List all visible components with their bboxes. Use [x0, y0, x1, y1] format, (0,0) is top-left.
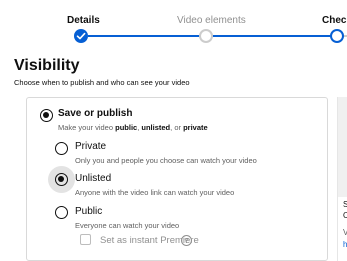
public-description: Everyone can watch your video — [75, 221, 180, 230]
step-dot-video-elements[interactable] — [199, 29, 213, 43]
unlisted-description: Anyone with the video link can watch you… — [75, 188, 235, 197]
checkmark-icon — [76, 32, 86, 40]
side-panel-link-fragment[interactable]: h — [343, 240, 347, 249]
save-or-publish-title: Save or publish — [58, 108, 133, 119]
public-radio[interactable] — [55, 206, 68, 219]
help-icon[interactable]: ? — [181, 235, 192, 246]
step-connector-2 — [211, 35, 333, 37]
instant-premiere-checkbox[interactable] — [80, 234, 91, 245]
side-panel-fragment: S — [343, 200, 347, 209]
step-label-checks[interactable]: Checks — [322, 15, 347, 26]
unlisted-radio[interactable] — [55, 173, 68, 186]
public-title: Public — [75, 206, 103, 217]
desc-prefix: Make your video — [58, 123, 116, 132]
desc-private: private — [183, 123, 208, 132]
step-connector-1 — [88, 35, 200, 37]
step-label-details[interactable]: Details — [67, 15, 100, 26]
step-label-video-elements[interactable]: Video elements — [177, 15, 246, 26]
step-dot-checks[interactable] — [330, 29, 344, 43]
desc-unlisted: unlisted — [141, 123, 171, 132]
private-description: Only you and people you choose can watch… — [75, 156, 257, 165]
side-panel-fragment: V — [343, 228, 347, 237]
desc-sep-2: , or — [170, 123, 184, 132]
save-or-publish-radio[interactable] — [40, 109, 53, 122]
step-dot-details[interactable] — [74, 29, 88, 43]
side-panel-fragment: C — [343, 211, 347, 220]
visibility-title: Visibility — [14, 57, 80, 74]
private-title: Private — [75, 141, 107, 152]
desc-public: public — [115, 123, 138, 132]
unlisted-title: Unlisted — [75, 173, 112, 184]
private-radio[interactable] — [55, 142, 68, 155]
save-or-publish-description: Make your video public, unlisted, or pri… — [58, 123, 208, 132]
visibility-subtitle: Choose when to publish and who can see y… — [14, 78, 190, 87]
